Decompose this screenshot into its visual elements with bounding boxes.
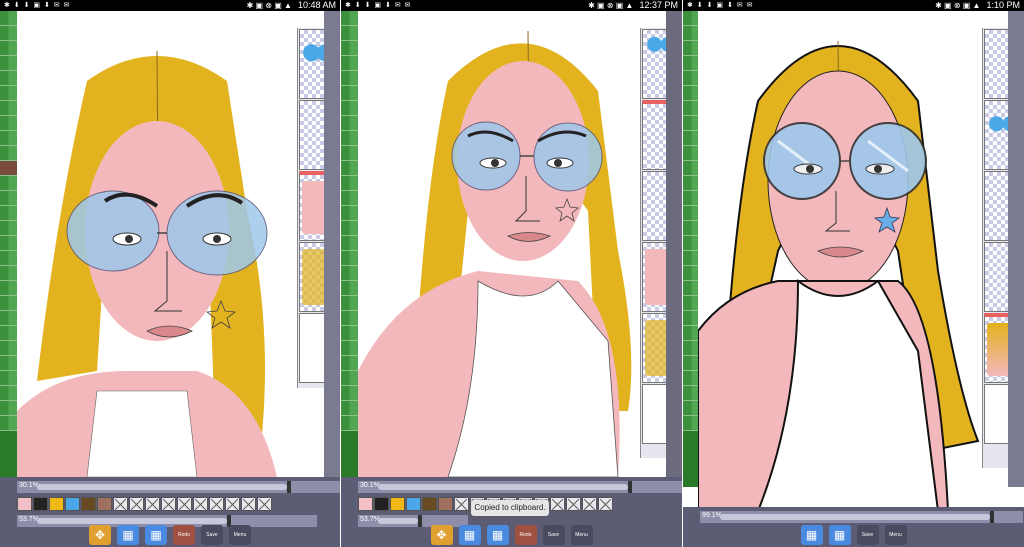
tool-buttons: ✥ ▦ ▦ Redo Save Menu [0,525,340,545]
layer-tool-button-2[interactable]: ▦ [828,525,851,545]
grid-icon: ▦ [833,528,846,542]
system-icons: ✱ ▣ ⊗ ▣ ▲ [935,1,981,10]
layer-tool-button[interactable]: ▦ [800,525,823,545]
screenshot-panel-1: ✱ ⬇ ⬇ ▣ ⬇ ✉ ✉ ✱ ▣ ⊗ ▣ ▲ 10:48 AM 30.1% 5… [0,0,340,547]
redo-button[interactable]: Redo [514,525,537,545]
bottom-toolbar: 99.1% ▦ ▦ Save Menu [683,507,1024,547]
grid-icon: ▦ [122,528,134,542]
color-swatch[interactable] [422,497,437,511]
left-brush-strip[interactable] [341,11,358,487]
color-swatch[interactable] [65,497,80,511]
layer-tool-button[interactable]: ▦ [117,525,139,545]
notification-icons: ✱ ⬇ ⬇ ▣ ⬇ ✉ ✉ [687,2,754,9]
left-brush-strip[interactable] [0,11,17,487]
move-icon: ✥ [94,528,106,542]
notification-icons: ✱ ⬇ ⬇ ▣ ⬇ ✉ ✉ [345,2,412,9]
system-icons: ✱ ▣ ⊗ ▣ ▲ [588,1,634,10]
drawing-canvas[interactable] [698,11,982,511]
move-tool-button[interactable]: ✥ [430,525,453,545]
bottom-toolbar: 30.1% 53.7% ✥ ▦ ▦ Redo Save Menu [0,477,340,547]
move-tool-button[interactable]: ✥ [89,525,111,545]
clock: 12:37 PM [639,0,678,10]
clock: 1:10 PM [986,0,1020,10]
status-bar: ✱ ⬇ ⬇ ▣ ⬇ ✉ ✉ ✱ ▣ ⊗ ▣ ▲ 10:48 AM [0,0,340,11]
color-swatch[interactable] [97,497,112,511]
layer-tool-button[interactable]: ▦ [458,525,481,545]
right-tool-strip[interactable] [324,11,340,487]
clipboard-toast: Copied to clipboard. [471,500,549,516]
color-swatch[interactable] [49,497,64,511]
tool-buttons: ▦ ▦ Save Menu [683,525,1024,545]
screenshot-panel-2: ✱ ⬇ ⬇ ▣ ⬇ ✉ ✉ ✱ ▣ ⊗ ▣ ▲ 12:37 PM 30.1% 5… [341,0,682,547]
move-icon: ✥ [436,528,447,542]
color-swatch[interactable] [358,497,373,511]
right-tool-strip[interactable] [1008,11,1024,487]
save-button[interactable]: Save [856,525,879,545]
color-swatch[interactable] [17,497,32,511]
save-button[interactable]: Save [542,525,565,545]
color-swatch[interactable] [374,497,389,511]
grid-icon: ▦ [805,528,818,542]
color-swatch[interactable] [438,497,453,511]
menu-button[interactable]: Menu [884,525,907,545]
grid-icon: ▦ [150,528,162,542]
opacity-slider[interactable]: 99.1% [700,511,1023,523]
layer-tool-button-2[interactable]: ▦ [486,525,509,545]
color-palette[interactable] [17,497,272,511]
color-swatch[interactable] [33,497,48,511]
clock: 10:48 AM [297,0,336,10]
system-icons: ✱ ▣ ⊗ ▣ ▲ [246,1,292,10]
color-swatch[interactable] [390,497,405,511]
menu-button[interactable]: Menu [570,525,593,545]
opacity-slider[interactable]: 30.1% [17,481,340,493]
drawing-canvas[interactable] [358,11,640,477]
save-button[interactable]: Save [201,525,223,545]
status-bar: ✱ ⬇ ⬇ ▣ ⬇ ✉ ✉ ✱ ▣ ⊗ ▣ ▲ 1:10 PM [683,0,1024,11]
status-bar: ✱ ⬇ ⬇ ▣ ⬇ ✉ ✉ ✱ ▣ ⊗ ▣ ▲ 12:37 PM [341,0,682,11]
grid-icon: ▦ [463,528,476,542]
menu-button[interactable]: Menu [229,525,251,545]
redo-button[interactable]: Redo [173,525,195,545]
color-swatch[interactable] [81,497,96,511]
color-swatch[interactable] [406,497,421,511]
tool-buttons: ✥ ▦ ▦ Redo Save Menu [341,525,682,545]
opacity-slider[interactable]: 30.1% [358,481,682,493]
screenshot-panel-3: ✱ ⬇ ⬇ ▣ ⬇ ✉ ✉ ✱ ▣ ⊗ ▣ ▲ 1:10 PM 99.1% ▦ … [683,0,1024,547]
drawing-canvas[interactable] [17,11,297,477]
right-tool-strip[interactable] [666,11,682,487]
notification-icons: ✱ ⬇ ⬇ ▣ ⬇ ✉ ✉ [4,2,71,9]
layer-tool-button-2[interactable]: ▦ [145,525,167,545]
grid-icon: ▦ [491,528,504,542]
